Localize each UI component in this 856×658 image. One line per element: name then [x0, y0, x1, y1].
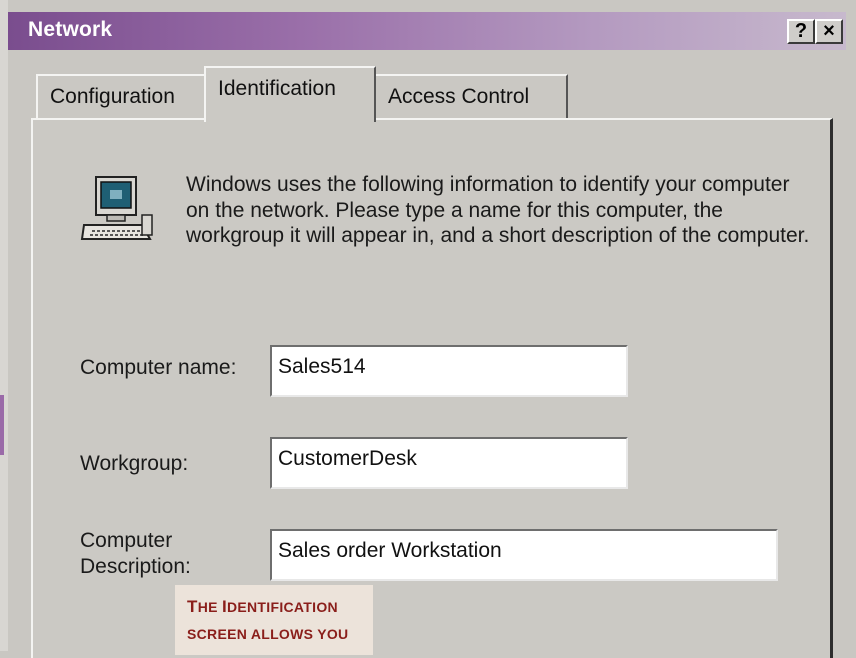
workgroup-field[interactable]: CustomerDesk: [270, 437, 628, 489]
title-bar[interactable]: Network ? ×: [8, 12, 846, 50]
help-button[interactable]: ?: [787, 19, 815, 44]
description-label-line2: Description:: [80, 555, 191, 578]
computer-description-label: Computer Description:: [80, 528, 240, 580]
description-label-line1: Computer: [80, 529, 173, 552]
tab-label: Identification: [218, 77, 336, 100]
computer-name-field[interactable]: Sales514: [270, 345, 628, 397]
caption-he: HE: [197, 599, 222, 615]
caption-cap-t: T: [187, 597, 198, 616]
caption-line2: SCREEN ALLOWS YOU: [187, 626, 349, 642]
tab-label: Configuration: [50, 85, 175, 108]
left-edge-mark: [0, 395, 4, 455]
tab-label: Access Control: [388, 85, 530, 108]
computer-icon: [80, 176, 153, 240]
window-title: Network: [28, 18, 113, 41]
info-text: Windows uses the following information t…: [186, 173, 810, 247]
caption-box: THE IDENTIFICATION SCREEN ALLOWS YOU: [175, 585, 373, 655]
caption-line1: THE IDENTIFICATION: [187, 593, 373, 621]
workgroup-label: Workgroup:: [80, 452, 189, 475]
computer-name-label: Computer name:: [80, 356, 237, 379]
left-edge: [0, 0, 8, 651]
tab-configuration[interactable]: Configuration: [36, 74, 206, 118]
tab-identification[interactable]: Identification: [204, 66, 376, 122]
close-button[interactable]: ×: [815, 19, 843, 44]
computer-description-field[interactable]: Sales order Workstation: [270, 529, 778, 581]
tab-access-control[interactable]: Access Control: [374, 74, 568, 118]
caption-dentification: DENTIFICATION: [226, 599, 338, 615]
